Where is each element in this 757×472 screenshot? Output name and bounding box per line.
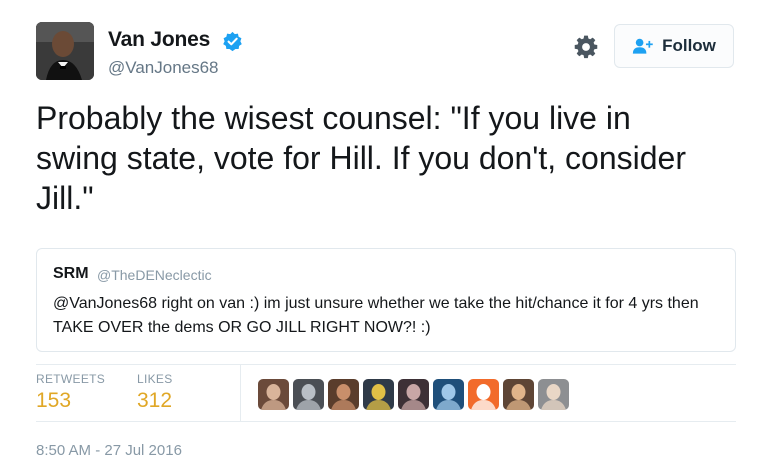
- gear-icon[interactable]: [573, 34, 599, 60]
- author-name[interactable]: Van Jones: [108, 28, 210, 52]
- divider: [36, 421, 736, 422]
- liker-avatar[interactable]: [468, 379, 499, 410]
- retweets-label: RETWEETS: [36, 372, 106, 386]
- likes-stat[interactable]: LIKES 312: [137, 372, 173, 413]
- author-handle[interactable]: @VanJones68: [108, 58, 219, 78]
- liker-avatar[interactable]: [538, 379, 569, 410]
- retweets-count: 153: [36, 389, 72, 412]
- liker-avatar[interactable]: [398, 379, 429, 410]
- likers-avatars: [258, 379, 569, 410]
- liker-avatar[interactable]: [293, 379, 324, 410]
- likes-count: 312: [137, 389, 173, 412]
- follow-label: Follow: [662, 36, 716, 55]
- quoted-tweet[interactable]: SRM @TheDENeclectic @VanJones68 right on…: [36, 248, 736, 352]
- tweet-text: Probably the wisest counsel: "If you liv…: [36, 100, 686, 216]
- quoted-author-handle: @TheDENeclectic: [97, 267, 212, 283]
- liker-avatar[interactable]: [328, 379, 359, 410]
- timestamp[interactable]: 8:50 AM - 27 Jul 2016: [36, 442, 182, 459]
- verified-badge-icon: [223, 31, 242, 52]
- likes-label: LIKES: [137, 372, 173, 386]
- add-user-icon: [632, 38, 653, 54]
- retweets-stat[interactable]: RETWEETS 153: [36, 372, 105, 413]
- quoted-author-name: SRM: [53, 265, 89, 282]
- avatar[interactable]: [36, 22, 94, 80]
- liker-avatar[interactable]: [258, 379, 289, 410]
- liker-avatar[interactable]: [503, 379, 534, 410]
- divider: [240, 364, 241, 421]
- liker-avatar[interactable]: [433, 379, 464, 410]
- liker-avatar[interactable]: [363, 379, 394, 410]
- divider: [36, 364, 736, 365]
- quoted-tweet-text: @VanJones68 right on van :) im just unsu…: [53, 295, 699, 336]
- follow-button[interactable]: Follow: [614, 24, 734, 68]
